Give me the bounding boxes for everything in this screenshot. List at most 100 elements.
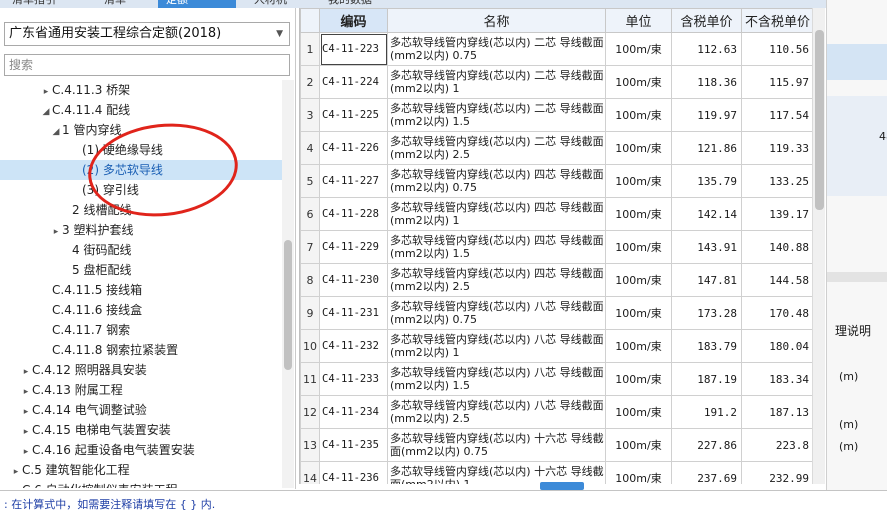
- unit-cell[interactable]: 100m/束: [605, 395, 672, 429]
- price-without-tax-cell[interactable]: 139.17: [741, 197, 812, 231]
- row-number[interactable]: 8: [300, 263, 320, 297]
- table-row[interactable]: 11 C4-11-233 多芯软导线管内穿线(芯以内) 八芯 导线截面(mm2以内)…: [300, 362, 812, 396]
- tree-scrollbar[interactable]: [282, 80, 294, 488]
- quota-code-cell[interactable]: C4-11-226: [319, 131, 388, 165]
- col-header-unit[interactable]: 单位: [605, 8, 672, 33]
- price-without-tax-cell[interactable]: 144.58: [741, 263, 812, 297]
- col-header-price-tax[interactable]: 含税单价: [671, 8, 742, 33]
- tree-node[interactable]: C.4.11.8 钢索拉紧装置: [0, 340, 178, 360]
- unit-cell[interactable]: 100m/束: [605, 65, 672, 99]
- unit-cell[interactable]: 100m/束: [605, 329, 672, 363]
- unit-cell[interactable]: 100m/束: [605, 263, 672, 297]
- table-row[interactable]: 3 C4-11-225 多芯软导线管内穿线(芯以内) 二芯 导线截面(mm2以内) …: [300, 98, 812, 132]
- tree-node[interactable]: ▸ C.4.11.3 桥架: [0, 80, 130, 100]
- quota-name-cell[interactable]: 多芯软导线管内穿线(芯以内) 二芯 导线截面(mm2以内) 1: [387, 65, 606, 99]
- price-without-tax-cell[interactable]: 140.88: [741, 230, 812, 264]
- row-number[interactable]: 5: [300, 164, 320, 198]
- quota-code-cell[interactable]: C4-11-228: [319, 197, 388, 231]
- price-without-tax-cell[interactable]: 117.54: [741, 98, 812, 132]
- chevron-down-icon[interactable]: ▼: [276, 23, 283, 45]
- price-with-tax-cell[interactable]: 173.28: [671, 296, 742, 330]
- expand-arrow-icon[interactable]: ▸: [20, 422, 32, 442]
- price-without-tax-cell[interactable]: 180.04: [741, 329, 812, 363]
- unit-cell[interactable]: 100m/束: [605, 32, 672, 66]
- table-row[interactable]: 14C4-11-236多芯软导线管内穿线(芯以内) 十六芯 导线截面(mm2以内…: [300, 461, 812, 484]
- tree-node[interactable]: ◢ C.4.11.4 配线: [0, 100, 131, 122]
- tree-node[interactable]: ▸C.6 自动化控制仪表安装工程: [0, 480, 178, 488]
- row-number[interactable]: 10: [300, 329, 320, 363]
- price-with-tax-cell[interactable]: 112.63: [671, 32, 742, 66]
- price-without-tax-cell[interactable]: 187.13: [741, 395, 812, 429]
- unit-cell[interactable]: 100m/束: [605, 362, 672, 396]
- unit-cell[interactable]: 100m/束: [605, 461, 672, 484]
- collapse-arrow-icon[interactable]: ◢: [40, 102, 52, 122]
- right-scrollbar[interactable]: [827, 272, 887, 282]
- table-row[interactable]: 6 C4-11-228 多芯软导线管内穿线(芯以内) 四芯 导线截面(mm2以内) …: [300, 197, 812, 231]
- quota-code-cell[interactable]: C4-11-232: [319, 329, 388, 363]
- tree-node[interactable]: ◢ 1 管内穿线: [0, 120, 122, 142]
- quota-name-cell[interactable]: 多芯软导线管内穿线(芯以内) 四芯 导线截面(mm2以内) 2.5: [387, 263, 606, 297]
- tree-node[interactable]: (1) 硬绝缘导线: [0, 140, 163, 160]
- unit-cell[interactable]: 100m/束: [605, 98, 672, 132]
- row-number[interactable]: 4: [300, 131, 320, 165]
- table-row[interactable]: 8 C4-11-230 多芯软导线管内穿线(芯以内) 四芯 导线截面(mm2以内) …: [300, 263, 812, 297]
- price-with-tax-cell[interactable]: 142.14: [671, 197, 742, 231]
- tree-node[interactable]: 4 街码配线: [0, 240, 131, 260]
- expand-arrow-icon[interactable]: ▸: [20, 362, 32, 382]
- quota-code-cell[interactable]: C4-11-235: [319, 428, 388, 462]
- quota-code-cell[interactable]: C4-11-223: [319, 32, 388, 66]
- quota-name-cell[interactable]: 多芯软导线管内穿线(芯以内) 四芯 导线截面(mm2以内) 1.5: [387, 230, 606, 264]
- tree-node[interactable]: (3) 穿引线: [0, 180, 139, 200]
- quota-code-cell[interactable]: C4-11-233: [319, 362, 388, 396]
- unit-cell[interactable]: 100m/束: [605, 230, 672, 264]
- tab-labor-material-machine[interactable]: 人材机: [246, 0, 295, 8]
- tree-node[interactable]: (2) 多芯软导线: [0, 160, 282, 180]
- table-row[interactable]: 1 C4-11-223 多芯软导线管内穿线(芯以内) 二芯 导线截面(mm2以内) …: [300, 32, 812, 66]
- tree-node[interactable]: 2 线槽配线: [0, 200, 131, 220]
- search-input[interactable]: 搜索: [4, 54, 290, 76]
- price-with-tax-cell[interactable]: 191.2: [671, 395, 742, 429]
- quota-name-cell[interactable]: 多芯软导线管内穿线(芯以内) 十六芯 导线截面(mm2以内) 0.75: [387, 428, 606, 462]
- quota-code-cell[interactable]: C4-11-231: [319, 296, 388, 330]
- row-number[interactable]: 6: [300, 197, 320, 231]
- tree-node[interactable]: ▸ C.4.12 照明器具安装: [0, 360, 147, 380]
- price-with-tax-cell[interactable]: 119.97: [671, 98, 742, 132]
- table-row[interactable]: 2 C4-11-224 多芯软导线管内穿线(芯以内) 二芯 导线截面(mm2以内) …: [300, 65, 812, 99]
- table-row[interactable]: 10 C4-11-232 多芯软导线管内穿线(芯以内) 八芯 导线截面(mm2以内)…: [300, 329, 812, 363]
- quota-code-cell[interactable]: C4-11-224: [319, 65, 388, 99]
- price-with-tax-cell[interactable]: 135.79: [671, 164, 742, 198]
- quota-name-cell[interactable]: 多芯软导线管内穿线(芯以内) 四芯 导线截面(mm2以内) 1: [387, 197, 606, 231]
- price-with-tax-cell[interactable]: 118.36: [671, 65, 742, 99]
- price-with-tax-cell[interactable]: 237.69: [671, 461, 742, 484]
- quota-code-cell[interactable]: C4-11-236: [319, 461, 388, 484]
- quota-name-cell[interactable]: 多芯软导线管内穿线(芯以内) 八芯 导线截面(mm2以内) 0.75: [387, 296, 606, 330]
- collapse-arrow-icon[interactable]: ◢: [50, 122, 62, 142]
- row-number[interactable]: 12: [300, 395, 320, 429]
- table-row[interactable]: 5 C4-11-227 多芯软导线管内穿线(芯以内) 四芯 导线截面(mm2以内) …: [300, 164, 812, 198]
- quota-code-cell[interactable]: C4-11-225: [319, 98, 388, 132]
- tree-node[interactable]: 5 盘柜配线: [0, 260, 131, 280]
- quota-name-cell[interactable]: 多芯软导线管内穿线(芯以内) 四芯 导线截面(mm2以内) 0.75: [387, 164, 606, 198]
- tab-bill[interactable]: 清单: [96, 0, 134, 8]
- quota-name-cell[interactable]: 多芯软导线管内穿线(芯以内) 八芯 导线截面(mm2以内) 1.5: [387, 362, 606, 396]
- unit-cell[interactable]: 100m/束: [605, 428, 672, 462]
- quota-code-cell[interactable]: C4-11-227: [319, 164, 388, 198]
- price-without-tax-cell[interactable]: 232.99: [741, 461, 812, 484]
- price-with-tax-cell[interactable]: 227.86: [671, 428, 742, 462]
- col-header-name[interactable]: 名称: [387, 8, 606, 33]
- price-without-tax-cell[interactable]: 183.34: [741, 362, 812, 396]
- splitter-handle[interactable]: [540, 482, 584, 490]
- table-row[interactable]: 7 C4-11-229 多芯软导线管内穿线(芯以内) 四芯 导线截面(mm2以内) …: [300, 230, 812, 264]
- price-with-tax-cell[interactable]: 143.91: [671, 230, 742, 264]
- col-header-price-notax[interactable]: 不含税单价: [741, 8, 812, 33]
- unit-cell[interactable]: 100m/束: [605, 131, 672, 165]
- tab-bill-guide[interactable]: 清单指引: [4, 0, 64, 8]
- price-with-tax-cell[interactable]: 187.19: [671, 362, 742, 396]
- tree-node[interactable]: ▸ C.4.14 电气调整试验: [0, 400, 147, 420]
- price-without-tax-cell[interactable]: 133.25: [741, 164, 812, 198]
- price-without-tax-cell[interactable]: 223.8: [741, 428, 812, 462]
- quota-name-cell[interactable]: 多芯软导线管内穿线(芯以内) 八芯 导线截面(mm2以内) 2.5: [387, 395, 606, 429]
- tab-quota[interactable]: 定额: [158, 0, 236, 8]
- price-with-tax-cell[interactable]: 147.81: [671, 263, 742, 297]
- quota-name-cell[interactable]: 多芯软导线管内穿线(芯以内) 十六芯 导线截面(mm2以内) 1: [387, 461, 606, 484]
